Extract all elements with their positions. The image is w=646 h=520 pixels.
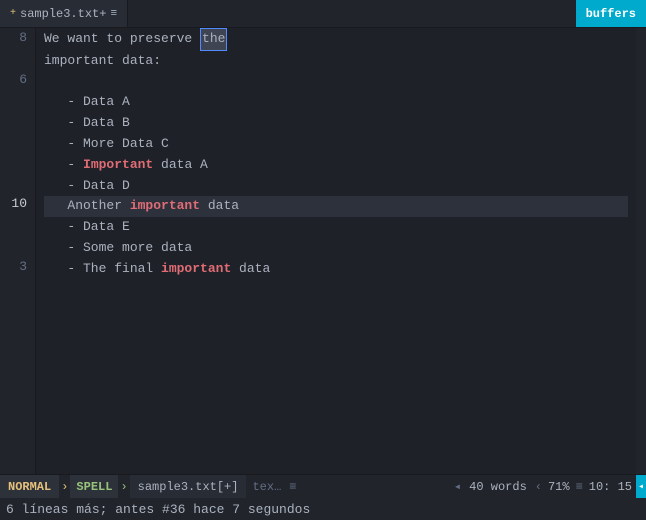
ln-blank2: [4, 90, 27, 111]
ln-6: 6: [4, 70, 27, 91]
end-button[interactable]: ◂: [636, 475, 646, 498]
ln-10: 10: [4, 194, 27, 215]
ln-blank5: [4, 153, 27, 174]
code-line-6: - More Data C: [44, 134, 628, 155]
code-area[interactable]: We want to preserve the important data: …: [36, 28, 636, 474]
mode-indicator: NORMAL: [0, 475, 59, 498]
code-line-3: [44, 72, 628, 93]
ln-8: 8: [4, 28, 27, 49]
code-line-10: Another important data: [44, 196, 628, 217]
status-bar: NORMAL › SPELL › sample3.txt[+] tex… ≡ ◂…: [0, 474, 646, 498]
cursor-position: 10: 15: [585, 480, 636, 494]
line-numbers: 8 6 10 3: [0, 28, 36, 474]
code-line-12: - Some more data: [44, 238, 628, 259]
scrollbar[interactable]: [636, 28, 646, 474]
buffers-button[interactable]: buffers: [576, 0, 646, 27]
bottom-message: 6 líneas más; antes #36 hace 7 segundos: [0, 498, 646, 520]
spell-indicator: SPELL: [70, 475, 118, 498]
code-line-4: - Data A: [44, 92, 628, 113]
code-line-13: - The final important data: [44, 259, 628, 280]
file-icon: +: [10, 8, 16, 19]
lines-icon: ≡: [574, 480, 585, 494]
ln-3: 3: [4, 257, 27, 278]
status-menu-icon[interactable]: ≡: [287, 480, 298, 494]
words-chevron-icon: ‹: [535, 480, 542, 494]
editor-container: + sample3.txt+ ≡ buffers 8 6 10 3 We: [0, 0, 646, 520]
status-right: ◂ 40 words ‹ 71% ≡ 10: 15 ◂: [452, 475, 646, 498]
code-line-11: - Data E: [44, 217, 628, 238]
code-line-7: - Important data A: [44, 155, 628, 176]
active-tab[interactable]: + sample3.txt+ ≡: [0, 0, 128, 27]
scroll-percent: 71%: [544, 480, 574, 494]
tab-bar: + sample3.txt+ ≡ buffers: [0, 0, 646, 28]
code-line-1: We want to preserve the: [44, 28, 628, 51]
highlight-the: the: [200, 28, 227, 51]
word-count: 40 words: [463, 480, 533, 494]
chevron2-icon: ›: [120, 480, 127, 494]
ln-blank8: [4, 236, 27, 257]
status-filetype: tex…: [246, 480, 287, 494]
ln-blank4: [4, 132, 27, 153]
chevron1-icon: ›: [61, 480, 68, 494]
tab-menu-icon[interactable]: ≡: [110, 8, 117, 20]
code-line-5: - Data B: [44, 113, 628, 134]
ln-blank3: [4, 111, 27, 132]
tab-filename: sample3.txt+: [20, 7, 106, 21]
code-line-2: important data:: [44, 51, 628, 72]
editor-body: 8 6 10 3 We want to preserve the importa…: [0, 28, 646, 474]
status-filename: sample3.txt[+]: [130, 475, 247, 498]
code-line-8: - Data D: [44, 176, 628, 197]
left-chevron-icon: ◂: [454, 479, 461, 494]
ln-blank6: [4, 174, 27, 195]
ln-blank7: [4, 215, 27, 236]
ln-blank1: [4, 49, 27, 70]
